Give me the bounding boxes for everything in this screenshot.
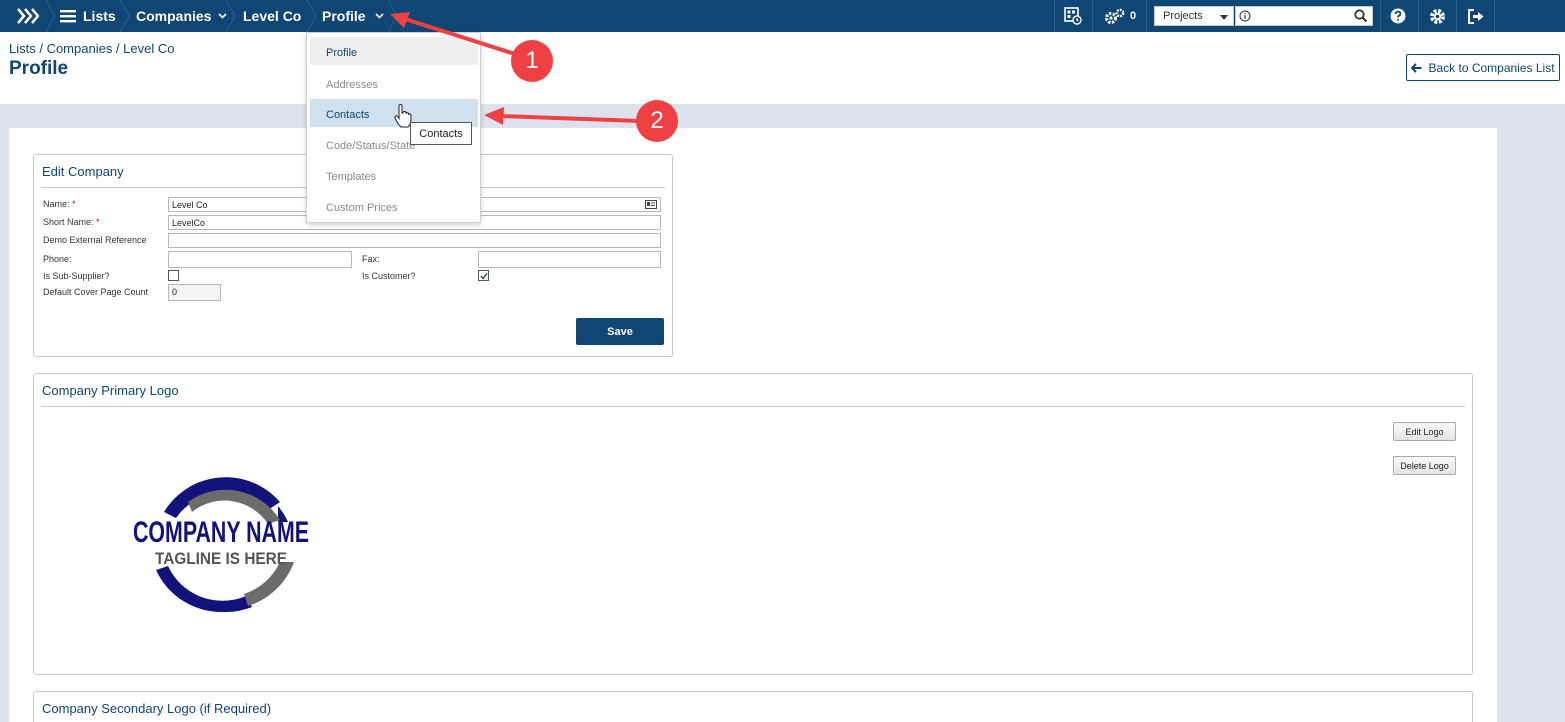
checkmark-icon	[480, 273, 488, 280]
nav-lists-label: Lists	[83, 8, 116, 24]
sub-supplier-label: Is Sub-Supplier?	[43, 271, 110, 281]
save-button[interactable]: Save	[576, 318, 664, 345]
arrow-left-icon	[1411, 62, 1422, 73]
contact-card-icon[interactable]	[645, 200, 657, 209]
menu-item-addresses[interactable]: Addresses	[310, 69, 478, 97]
nav-lists[interactable]: Lists	[60, 0, 116, 32]
cover-page-count-field[interactable]: 0	[168, 284, 221, 301]
secondary-logo-title: Company Secondary Logo (if Required)	[42, 701, 272, 716]
primary-logo-title: Company Primary Logo	[42, 383, 179, 398]
project-type-select[interactable]: Projects	[1154, 6, 1234, 26]
edit-company-title: Edit Company	[42, 164, 124, 179]
demo-external-reference-label: Demo External Reference	[43, 235, 147, 245]
secondary-logo-panel: Company Secondary Logo (if Required)	[33, 691, 1473, 722]
notification-count: 0	[1129, 10, 1137, 22]
search-input[interactable]	[1235, 6, 1373, 26]
nav-companies-label: Companies	[136, 8, 212, 24]
edit-logo-button[interactable]: Edit Logo	[1393, 422, 1456, 441]
customer-label: Is Customer?	[362, 271, 416, 281]
dashboard-clock-icon[interactable]	[1058, 0, 1088, 32]
logo-tagline: TAGLINE IS HERE	[155, 549, 287, 568]
name-label: Name: *	[43, 199, 76, 209]
annotation-badge-2: 2	[636, 100, 678, 142]
logo-company-name: COMPANY NAME	[133, 516, 309, 549]
short-name-label: Short Name: *	[43, 217, 100, 227]
fax-field[interactable]	[478, 251, 661, 268]
nav-profile[interactable]: Profile	[322, 0, 384, 32]
company-logo-image: COMPANY NAME TAGLINE IS HERE	[133, 477, 309, 613]
nav-profile-label: Profile	[322, 8, 366, 24]
sub-supplier-checkbox[interactable]	[168, 270, 179, 281]
annotation-arrow-1	[390, 12, 516, 56]
phone-field[interactable]	[168, 251, 352, 268]
breadcrumb[interactable]: Lists / Companies / Level Co	[9, 41, 174, 56]
annotation-badge-1: 1	[511, 40, 553, 82]
background-tasks-button[interactable]: 0	[1100, 0, 1140, 32]
nav-companies[interactable]: Companies	[136, 0, 228, 32]
annotation-arrow-2	[484, 107, 641, 125]
menu-item-custom-prices[interactable]: Custom Prices	[310, 192, 478, 220]
help-icon[interactable]	[1384, 0, 1412, 32]
fax-label: Fax:	[362, 254, 380, 264]
project-select-value: Projects	[1163, 10, 1203, 22]
app-logo-icon[interactable]	[12, 0, 44, 32]
page-title: Profile	[9, 58, 69, 79]
gears-icon	[1104, 8, 1125, 24]
demo-external-reference-field[interactable]	[168, 233, 661, 248]
back-button-label: Back to Companies List	[1428, 60, 1555, 75]
info-icon	[1239, 10, 1251, 22]
phone-label: Phone:	[43, 254, 72, 264]
search-icon[interactable]	[1354, 9, 1368, 23]
top-navigation-bar: Lists Companies Level Co Profile 0 Proje…	[0, 0, 1565, 32]
caret-down-icon	[1220, 15, 1228, 20]
sign-out-icon[interactable]	[1462, 0, 1490, 32]
customer-checkbox[interactable]	[478, 270, 489, 281]
back-to-companies-button[interactable]: Back to Companies List	[1406, 54, 1560, 81]
nav-company-label: Level Co	[243, 8, 302, 24]
cover-page-count-label: Default Cover Page Count	[43, 287, 149, 297]
contacts-tooltip: Contacts	[410, 122, 472, 145]
gear-icon[interactable]	[1423, 0, 1451, 32]
delete-logo-button[interactable]: Delete Logo	[1393, 456, 1456, 475]
nav-company[interactable]: Level Co	[243, 0, 301, 32]
list-icon	[60, 9, 76, 22]
menu-item-templates[interactable]: Templates	[310, 161, 478, 189]
page-header	[0, 32, 1565, 104]
